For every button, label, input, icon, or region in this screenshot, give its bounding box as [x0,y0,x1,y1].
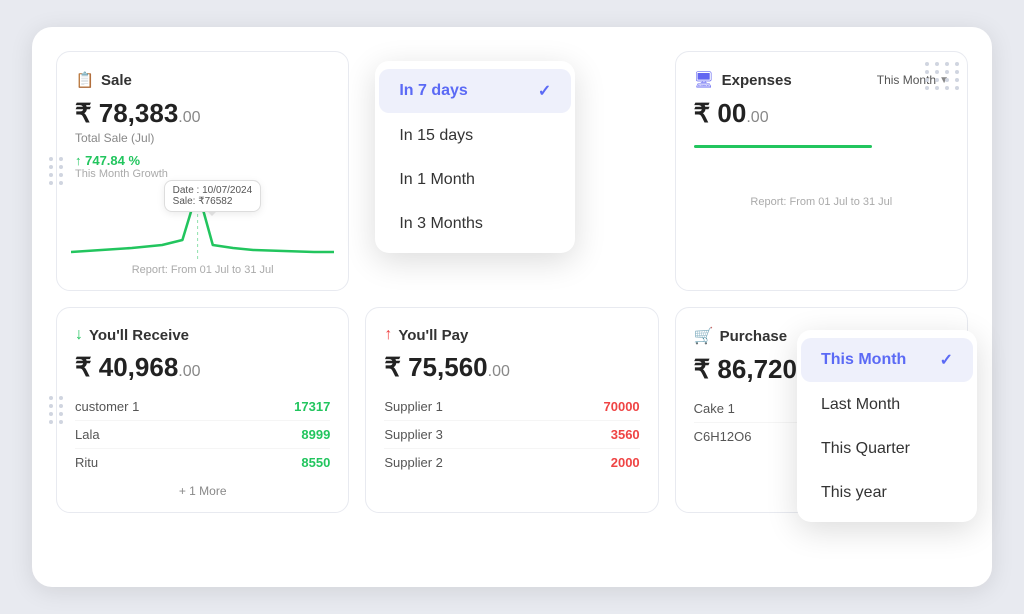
purchase-item-1-label: Last Month [821,396,900,414]
receive-list: customer 1 17317 Lala 8999 Ritu 8550 [75,393,330,476]
pay-item-0-name: Supplier 1 [384,399,443,414]
sale-dropdown-container: In 7 days ✓ In 15 days In 1 Month In 3 M… [365,51,658,291]
sale-chart: Date : 10/07/2024 Sale: ₹76582 [71,180,334,260]
purchase-dropdown-item-1[interactable]: Last Month [801,384,973,426]
sale-amount: ₹ 78,383.00 [75,98,330,129]
purchase-icon: 🛒 [694,326,714,346]
pay-card: ↑ You'll Pay ₹ 75,560.00 Supplier 1 7000… [365,307,658,513]
pay-amount-value: ₹ 75,560 [384,352,487,382]
receive-header: ↓ You'll Receive [75,326,330,344]
purchase-dropdown-item-0[interactable]: This Month ✓ [801,338,973,382]
sale-dropdown-item-1[interactable]: In 15 days [379,115,571,157]
receive-list-item-0: customer 1 17317 [75,393,330,421]
purchase-item-3-label: This year [821,484,887,502]
receive-title-text: You'll Receive [89,327,189,344]
receive-list-item-1: Lala 8999 [75,421,330,449]
sale-report: Report: From 01 Jul to 31 Jul [75,264,330,276]
sale-dropdown[interactable]: In 7 days ✓ In 15 days In 1 Month In 3 M… [375,61,575,253]
sale-icon: 📋 [75,70,95,90]
receive-amount-value: ₹ 40,968 [75,352,178,382]
expenses-decimals: .00 [746,109,768,126]
receive-item-2-val: 8550 [301,455,330,470]
receive-more-link[interactable]: + 1 More [75,484,330,498]
pay-item-1-val: 3560 [611,427,640,442]
sale-item-0-label: In 7 days [399,82,467,100]
receive-title: ↓ You'll Receive [75,326,189,344]
sale-growth: ↑ 747.84 % [75,153,330,168]
pay-list: Supplier 1 70000 Supplier 3 3560 Supplie… [384,393,639,476]
sale-item-3-label: In 3 Months [399,215,483,233]
purchase-item-2-label: This Quarter [821,440,910,458]
pay-header: ↑ You'll Pay [384,326,639,344]
receive-item-1-name: Lala [75,427,100,442]
sale-dropdown-item-0[interactable]: In 7 days ✓ [379,69,571,113]
pay-item-1-name: Supplier 3 [384,427,443,442]
receive-item-2-name: Ritu [75,455,98,470]
pay-list-item-0: Supplier 1 70000 [384,393,639,421]
sale-dropdown-item-3[interactable]: In 3 Months [379,203,571,245]
purchase-dropdown-item-2[interactable]: This Quarter [801,428,973,470]
pay-item-2-val: 2000 [611,455,640,470]
sale-item-2-label: In 1 Month [399,171,475,189]
top-grid: 📋 Sale ₹ 78,383.00 Total Sale (Jul) ↑ 74… [56,51,968,291]
purchase-amount-value: ₹ 86,720 [694,354,797,384]
expenses-chart-area [694,152,949,192]
expenses-report: Report: From 01 Jul to 31 Jul [694,196,949,208]
expenses-amount-value: ₹ 00 [694,98,747,128]
sale-item-1-label: In 15 days [399,127,473,145]
pay-amount: ₹ 75,560.00 [384,352,639,383]
purchase-dropdown[interactable]: This Month ✓ Last Month This Quarter Thi… [797,330,977,522]
receive-amount: ₹ 40,968.00 [75,352,330,383]
receive-item-0-name: customer 1 [75,399,139,414]
sale-amount-value: ₹ 78,383 [75,98,178,128]
sale-label: Total Sale (Jul) [75,131,330,145]
sale-dropdown-item-2[interactable]: In 1 Month [379,159,571,201]
expenses-icon: 🖥 [694,70,714,90]
expenses-card: 🖥 Expenses This Month ▼ ₹ 00.00 Report: … [675,51,968,291]
pay-title-text: You'll Pay [398,327,468,344]
purchase-dropdown-item-3[interactable]: This year [801,472,973,514]
expenses-title-group: 🖥 Expenses [694,70,792,90]
receive-icon: ↓ [75,326,83,344]
receive-card: ↓ You'll Receive ₹ 40,968.00 customer 1 … [56,307,349,513]
pay-item-2-name: Supplier 2 [384,455,443,470]
expenses-header: 🖥 Expenses This Month ▼ [694,70,949,90]
tooltip-sale: Sale: ₹76582 [173,196,253,207]
expenses-amount: ₹ 00.00 [694,98,949,129]
pay-list-item-1: Supplier 3 3560 [384,421,639,449]
pay-title: ↑ You'll Pay [384,326,468,344]
purchase-item-0-label: This Month [821,351,906,369]
pay-icon: ↑ [384,326,392,344]
purchase-item-1-name: C6H12O6 [694,429,752,444]
bottom-grid: ↓ You'll Receive ₹ 40,968.00 customer 1 … [56,307,968,513]
sale-decimals: .00 [178,109,200,126]
main-container: 📋 Sale ₹ 78,383.00 Total Sale (Jul) ↑ 74… [32,27,992,587]
receive-item-0-val: 17317 [294,399,330,414]
purchase-title-text: Purchase [720,328,788,345]
pay-decimals: .00 [488,363,510,380]
sale-check-icon: ✓ [538,81,551,101]
purchase-title: 🛒 Purchase [694,326,787,346]
purchase-check-icon: ✓ [940,350,953,370]
purchase-card: 🛒 Purchase ₹ 86,720.00 Cake 1 C6H12O6 Th… [675,307,968,513]
sale-title: 📋 Sale [75,70,132,90]
dots-top-right-deco [925,62,961,90]
sale-title-text: Sale [101,72,132,89]
expenses-chart-line [694,145,873,148]
expenses-title-text: Expenses [722,72,792,89]
sale-card: 📋 Sale ₹ 78,383.00 Total Sale (Jul) ↑ 74… [56,51,349,291]
tooltip-date: Date : 10/07/2024 [173,185,253,196]
receive-dots-deco [49,396,65,424]
chart-tooltip: Date : 10/07/2024 Sale: ₹76582 [164,180,262,212]
sale-card-header: 📋 Sale [75,70,330,90]
receive-decimals: .00 [178,363,200,380]
pay-item-0-val: 70000 [604,399,640,414]
receive-item-1-val: 8999 [301,427,330,442]
pay-list-item-2: Supplier 2 2000 [384,449,639,476]
dots-left-deco [49,157,65,185]
receive-list-item-2: Ritu 8550 [75,449,330,476]
purchase-item-0-name: Cake 1 [694,401,735,416]
sale-growth-label: This Month Growth [75,168,330,180]
